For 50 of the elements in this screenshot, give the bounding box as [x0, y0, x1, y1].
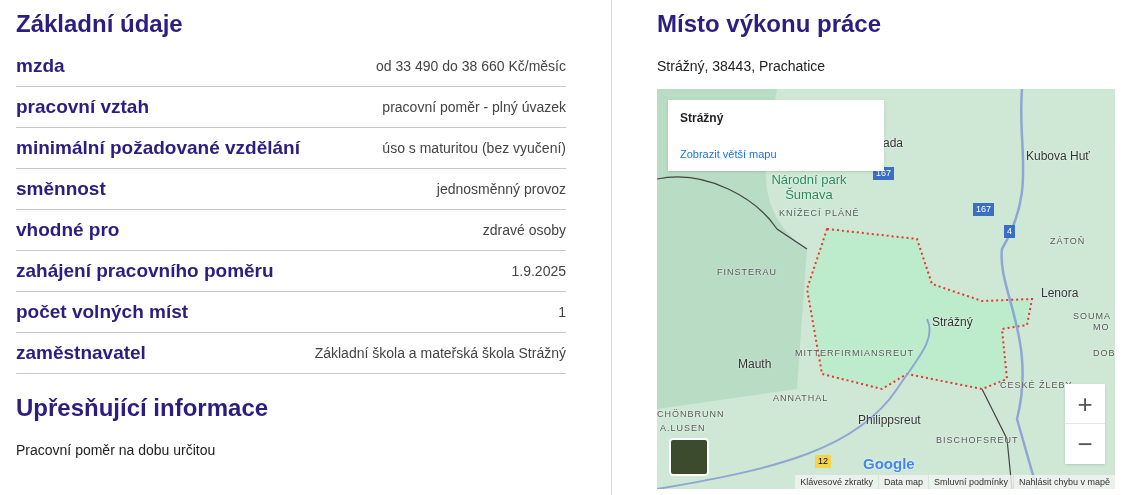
larger-map-link[interactable]: Zobrazit větší mapu	[680, 146, 872, 163]
popup-title: Strážný	[680, 110, 725, 127]
field-label: minimální požadované vzdělání	[16, 135, 300, 160]
address-text: Strážný, 38443, Prachatice	[657, 57, 827, 76]
info-text: Pracovní poměr na dobu určitou	[16, 441, 217, 460]
field-label: směnnost	[16, 176, 106, 201]
map-label: Kubova Huť	[1026, 148, 1090, 165]
map-label: DOB	[1093, 347, 1115, 360]
road-sign: 167	[973, 203, 995, 216]
field-value: 1.9.2025	[511, 261, 566, 281]
field-label: vhodné pro	[16, 217, 120, 242]
attribution-link[interactable]: Smluvní podmínky	[928, 475, 1013, 489]
section-title: Místo výkonu práce	[657, 9, 883, 39]
road-sign: 4	[1004, 225, 1015, 238]
field-value: pracovní poměr - plný úvazek	[382, 97, 566, 117]
field-label: zaměstnavatel	[16, 340, 146, 365]
map-label: Philippsreut	[858, 412, 921, 429]
map-label: A.LUSEN	[660, 422, 706, 435]
attribution-link[interactable]: Nahlásit chybu v mapě	[1013, 475, 1115, 489]
map-label: Mauth	[738, 356, 772, 373]
field-label: počet volných míst	[16, 299, 189, 324]
zoom-in-button[interactable]: +	[1065, 384, 1105, 424]
map-label: CHÖNBRUNN	[657, 408, 725, 421]
field-value: zdravé osoby	[482, 220, 566, 240]
field-value: úso s maturitou (bez vyučení)	[382, 138, 566, 158]
field-value: 1	[558, 302, 566, 322]
attribution-link[interactable]: Data map	[878, 475, 928, 489]
field-label: mzda	[16, 53, 65, 78]
map-label: MITTERFIRMIANSREUT	[795, 347, 914, 360]
field-label: zahájení pracovního poměru	[16, 258, 274, 283]
map-label: ZÁTOŇ	[1050, 235, 1086, 248]
section-title: Základní údaje	[16, 9, 184, 39]
field-value: jednosměnný provoz	[436, 179, 566, 199]
zoom-out-button[interactable]: −	[1065, 424, 1105, 464]
map-label: KNÍŽECÍ PLÁNĚ	[779, 207, 860, 220]
section-title: Upřesňující informace	[16, 393, 270, 423]
map-label: Národní park Šumava	[770, 172, 848, 202]
road-sign: 12	[815, 455, 831, 468]
map-label: FINSTERAU	[717, 266, 777, 279]
map-label: SOUMA	[1073, 310, 1111, 323]
map-label: Lenora	[1041, 285, 1079, 302]
map-label: ANNATHAL	[773, 392, 829, 405]
field-value: od 33 490 do 38 660 Kč/měsíc	[376, 56, 566, 76]
map-label: Strážný	[932, 314, 973, 331]
map-label: MO	[1093, 321, 1110, 334]
attribution-link[interactable]: Klávesové zkratky	[795, 475, 878, 489]
field-label: pracovní vztah	[16, 94, 150, 119]
map-label: ada	[883, 135, 904, 152]
map-logo: Google	[863, 454, 915, 474]
field-value: Základní škola a mateřská škola Strážný	[314, 343, 566, 363]
